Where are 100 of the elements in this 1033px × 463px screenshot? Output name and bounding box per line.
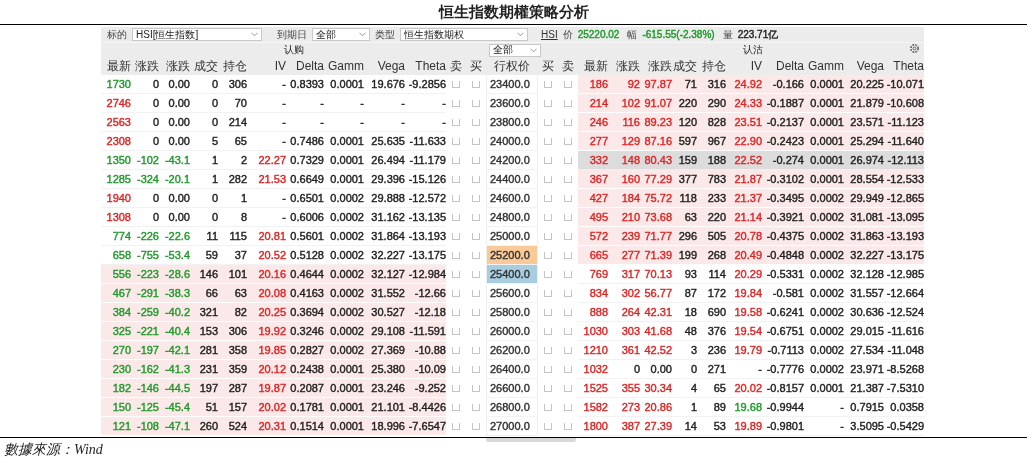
checkbox[interactable] (452, 176, 460, 183)
checkbox[interactable] (452, 404, 460, 411)
checkbox[interactable] (452, 366, 460, 373)
checkbox[interactable] (472, 214, 480, 221)
column-header: 持仓 (701, 58, 726, 75)
checkbox[interactable] (472, 176, 480, 183)
checkbox[interactable] (452, 138, 460, 145)
table-cell: 210 (608, 208, 640, 227)
filter-dropdown[interactable]: 全部 (489, 43, 541, 57)
checkbox[interactable] (544, 347, 552, 354)
checkbox[interactable] (544, 100, 552, 107)
checkbox[interactable] (472, 195, 480, 202)
table-cell: 0.0002 (324, 284, 364, 303)
checkbox[interactable] (544, 195, 552, 202)
checkbox[interactable] (472, 309, 480, 316)
strike-cell: 23800.0 (486, 113, 538, 132)
table-cell: 120 (672, 113, 697, 132)
checkbox[interactable] (472, 290, 480, 297)
checkbox[interactable] (544, 81, 552, 88)
checkbox[interactable] (472, 138, 480, 145)
table-cell: -223 (131, 265, 159, 284)
checkbox[interactable] (452, 423, 460, 430)
checkbox[interactable] (544, 138, 552, 145)
checkbox[interactable] (472, 347, 480, 354)
checkbox[interactable] (564, 176, 572, 183)
checkbox[interactable] (472, 385, 480, 392)
checkbox[interactable] (564, 252, 572, 259)
checkbox[interactable] (452, 119, 460, 126)
checkbox[interactable] (452, 195, 460, 202)
settings-icon[interactable] (909, 43, 920, 54)
checkbox[interactable] (564, 157, 572, 164)
table-cell: 19.85 (247, 341, 286, 360)
checkbox[interactable] (564, 347, 572, 354)
checkbox[interactable] (472, 119, 480, 126)
checkbox[interactable] (564, 81, 572, 88)
checkbox[interactable] (564, 366, 572, 373)
checkbox[interactable] (472, 404, 480, 411)
checkbox[interactable] (472, 328, 480, 335)
checkbox[interactable] (544, 176, 552, 183)
checkbox[interactable] (564, 309, 572, 316)
checkbox[interactable] (544, 385, 552, 392)
checkbox[interactable] (564, 404, 572, 411)
type-dropdown[interactable]: 恒生指数期权 (400, 28, 528, 41)
checkbox[interactable] (452, 309, 460, 316)
checkbox[interactable] (472, 366, 480, 373)
scrollbar[interactable] (486, 437, 576, 442)
checkbox[interactable] (544, 366, 552, 373)
table-cell: 75.72 (640, 189, 672, 208)
checkbox[interactable] (452, 271, 460, 278)
checkbox[interactable] (452, 347, 460, 354)
checkbox[interactable] (544, 214, 552, 221)
checkbox[interactable] (544, 157, 552, 164)
checkbox[interactable] (452, 214, 460, 221)
checkbox[interactable] (544, 271, 552, 278)
checkbox[interactable] (472, 233, 480, 240)
checkbox[interactable] (452, 100, 460, 107)
checkbox[interactable] (544, 252, 552, 259)
checkbox[interactable] (472, 271, 480, 278)
checkbox[interactable] (452, 233, 460, 240)
checkbox[interactable] (452, 328, 460, 335)
checkbox[interactable] (564, 100, 572, 107)
checkbox[interactable] (564, 214, 572, 221)
checkbox[interactable] (452, 385, 460, 392)
expiry-label: 到期日 (277, 27, 307, 42)
table-cell: -13.193 (884, 227, 924, 246)
checkbox[interactable] (564, 195, 572, 202)
underlying-dropdown[interactable]: HSI[恒生指数] (132, 28, 262, 41)
checkbox[interactable] (472, 81, 480, 88)
checkbox[interactable] (544, 328, 552, 335)
checkbox[interactable] (564, 138, 572, 145)
checkbox[interactable] (472, 252, 480, 259)
checkbox[interactable] (544, 423, 552, 430)
checkbox[interactable] (564, 328, 572, 335)
checkbox[interactable] (452, 81, 460, 88)
strike-cell: 25400.0 (486, 265, 538, 284)
checkbox[interactable] (564, 271, 572, 278)
checkbox[interactable] (544, 404, 552, 411)
checkbox[interactable] (544, 290, 552, 297)
checkbox[interactable] (452, 290, 460, 297)
checkbox[interactable] (564, 290, 572, 297)
table-cell: 188 (697, 151, 726, 170)
checkbox[interactable] (544, 309, 552, 316)
column-header: Gamm (807, 58, 844, 75)
table-cell: -12.533 (884, 170, 924, 189)
checkbox[interactable] (452, 157, 460, 164)
table-cell: 358 (218, 341, 247, 360)
checkbox[interactable] (564, 385, 572, 392)
checkbox[interactable] (452, 252, 460, 259)
checkbox[interactable] (564, 119, 572, 126)
expiry-dropdown[interactable]: 全部 (312, 28, 370, 41)
checkbox[interactable] (472, 157, 480, 164)
checkbox[interactable] (472, 100, 480, 107)
checkbox[interactable] (564, 233, 572, 240)
checkbox[interactable] (544, 119, 552, 126)
checkbox[interactable] (564, 423, 572, 430)
checkbox[interactable] (544, 233, 552, 240)
symbol-link[interactable]: HSI (541, 29, 558, 40)
column-header: IV (749, 58, 762, 75)
strike-cell: 26600.0 (486, 379, 538, 398)
checkbox[interactable] (472, 423, 480, 430)
